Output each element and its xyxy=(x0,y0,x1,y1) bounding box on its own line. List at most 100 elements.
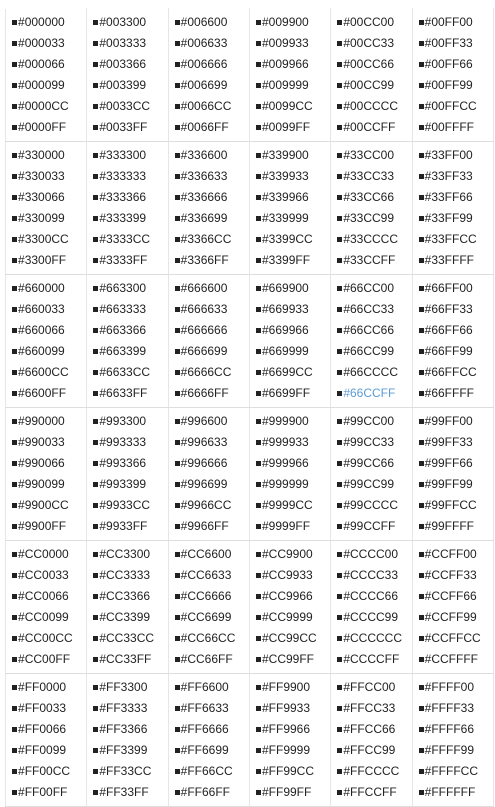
color-code-entry: #99CC66 xyxy=(337,453,411,474)
color-code-prefix: # xyxy=(343,15,350,29)
square-bullet-icon xyxy=(418,440,424,445)
color-code-value: 66FFFF xyxy=(431,386,474,400)
color-code-entry: #CC3399 xyxy=(93,607,167,628)
color-code-value: FF66CC xyxy=(187,764,233,778)
color-code-value: FF3333 xyxy=(106,701,148,715)
color-code-prefix: # xyxy=(343,281,350,295)
color-code-value: CCFF00 xyxy=(431,547,477,561)
color-code-entry: #FF6699 xyxy=(174,740,249,761)
square-bullet-icon xyxy=(12,706,17,711)
color-code-entry: #FFFF99 xyxy=(418,740,493,761)
square-bullet-icon xyxy=(337,440,343,445)
color-code-value: FF9900 xyxy=(268,680,311,694)
color-code-value: 66FF66 xyxy=(431,323,473,337)
color-code-value: CC99CC xyxy=(268,631,317,645)
color-code-value: 006600 xyxy=(187,15,228,29)
square-bullet-icon xyxy=(255,706,261,711)
square-bullet-icon xyxy=(255,41,261,46)
color-code-value: 330099 xyxy=(24,211,65,225)
color-code-entry: #9933CC xyxy=(93,495,167,516)
color-code-value: 0066FF xyxy=(187,120,229,134)
color-code-value: 006633 xyxy=(187,36,228,50)
square-bullet-icon xyxy=(255,258,261,263)
color-code-entry: #FF33CC xyxy=(93,761,167,782)
color-code-entry: #CCFF00 xyxy=(418,544,493,565)
color-code-prefix: # xyxy=(343,344,350,358)
color-code-value: 0033FF xyxy=(106,120,148,134)
square-bullet-icon xyxy=(12,41,17,46)
square-bullet-icon xyxy=(174,258,180,263)
color-code-entry: #3366FF xyxy=(174,250,249,271)
color-code-value: 99FF00 xyxy=(431,414,473,428)
color-code-entry: #996666 xyxy=(174,453,249,474)
color-code-entry: #FF6633 xyxy=(174,698,249,719)
square-bullet-icon xyxy=(255,503,261,508)
color-code-entry: #CCFF66 xyxy=(418,586,493,607)
color-code-prefix: # xyxy=(99,78,107,92)
color-code-value: 33FFFF xyxy=(431,253,474,267)
color-code-prefix: # xyxy=(261,652,269,666)
color-group-cell: #000000 #000033 #000066 #000099 #0000CC #0000… xyxy=(4,8,88,142)
color-code-entry: #FF6600 xyxy=(174,677,249,698)
color-code-entry: #66FFCC xyxy=(418,362,493,383)
color-code-value: CC9933 xyxy=(268,568,313,582)
color-code-value: 99FFFF xyxy=(431,519,474,533)
square-bullet-icon xyxy=(93,62,99,67)
color-code-value: FFFF00 xyxy=(431,680,474,694)
color-code-entry: #993399 xyxy=(93,474,167,495)
square-bullet-icon xyxy=(12,83,17,88)
color-group-cell: #660000 #660033 #660066 #660099 #6600CC #6600… xyxy=(4,274,88,408)
color-code-prefix: # xyxy=(99,169,107,183)
color-code-value: 00FFCC xyxy=(431,99,477,113)
color-code-value: FF33CC xyxy=(106,764,152,778)
color-code-value: 996666 xyxy=(187,456,228,470)
color-code-value: 00FF99 xyxy=(431,78,473,92)
square-bullet-icon xyxy=(12,748,17,753)
square-bullet-icon xyxy=(337,657,343,662)
color-code-prefix: # xyxy=(343,365,350,379)
square-bullet-icon xyxy=(174,615,180,620)
color-code-value: 999966 xyxy=(268,456,309,470)
square-bullet-icon xyxy=(12,125,17,130)
color-code-prefix: # xyxy=(261,36,269,50)
color-code-prefix: # xyxy=(261,57,269,71)
color-code-entry: #00FF99 xyxy=(418,75,493,96)
color-code-value: 660033 xyxy=(24,302,65,316)
square-bullet-icon xyxy=(418,727,424,732)
color-code-prefix: # xyxy=(343,253,350,267)
color-code-value: 66CC66 xyxy=(350,323,395,337)
color-code-entry: #99FFCC xyxy=(418,495,493,516)
color-code-prefix: # xyxy=(343,701,350,715)
color-code-value: 99FF66 xyxy=(431,456,473,470)
color-code-prefix: # xyxy=(18,15,25,29)
color-code-entry: #33FF99 xyxy=(418,208,493,229)
color-code-value: 00FF00 xyxy=(431,15,473,29)
color-code-entry: #0000CC xyxy=(12,96,86,117)
color-code-value: CC9900 xyxy=(268,547,313,561)
square-bullet-icon xyxy=(337,62,343,67)
color-code-prefix: # xyxy=(343,785,350,799)
color-code-prefix: # xyxy=(18,456,25,470)
color-code-prefix: # xyxy=(261,568,269,582)
color-code-prefix: # xyxy=(343,57,350,71)
color-code-value: 330000 xyxy=(24,148,65,162)
square-bullet-icon xyxy=(174,153,180,158)
square-bullet-icon xyxy=(337,258,343,263)
square-bullet-icon xyxy=(12,727,17,732)
color-code-value: 996600 xyxy=(187,414,228,428)
color-code-entry: #CC33CC xyxy=(93,628,167,649)
color-code-value: 33CC00 xyxy=(350,148,395,162)
color-code-value: 99FF33 xyxy=(431,435,473,449)
color-table-row: #660000 #660033 #660066 #660099 #6600CC #6600… xyxy=(4,274,495,408)
color-code-entry: #00FF66 xyxy=(418,54,493,75)
color-code-value: 999933 xyxy=(268,435,309,449)
color-code-value: 9900CC xyxy=(24,498,69,512)
color-code-value: 3399FF xyxy=(268,253,311,267)
color-code-value: 336633 xyxy=(187,169,228,183)
color-code-prefix: # xyxy=(261,519,269,533)
color-code-value: CC3366 xyxy=(106,589,151,603)
color-code-entry: #990000 xyxy=(12,411,86,432)
square-bullet-icon xyxy=(174,503,180,508)
square-bullet-icon xyxy=(255,237,261,242)
square-bullet-icon xyxy=(12,258,17,263)
